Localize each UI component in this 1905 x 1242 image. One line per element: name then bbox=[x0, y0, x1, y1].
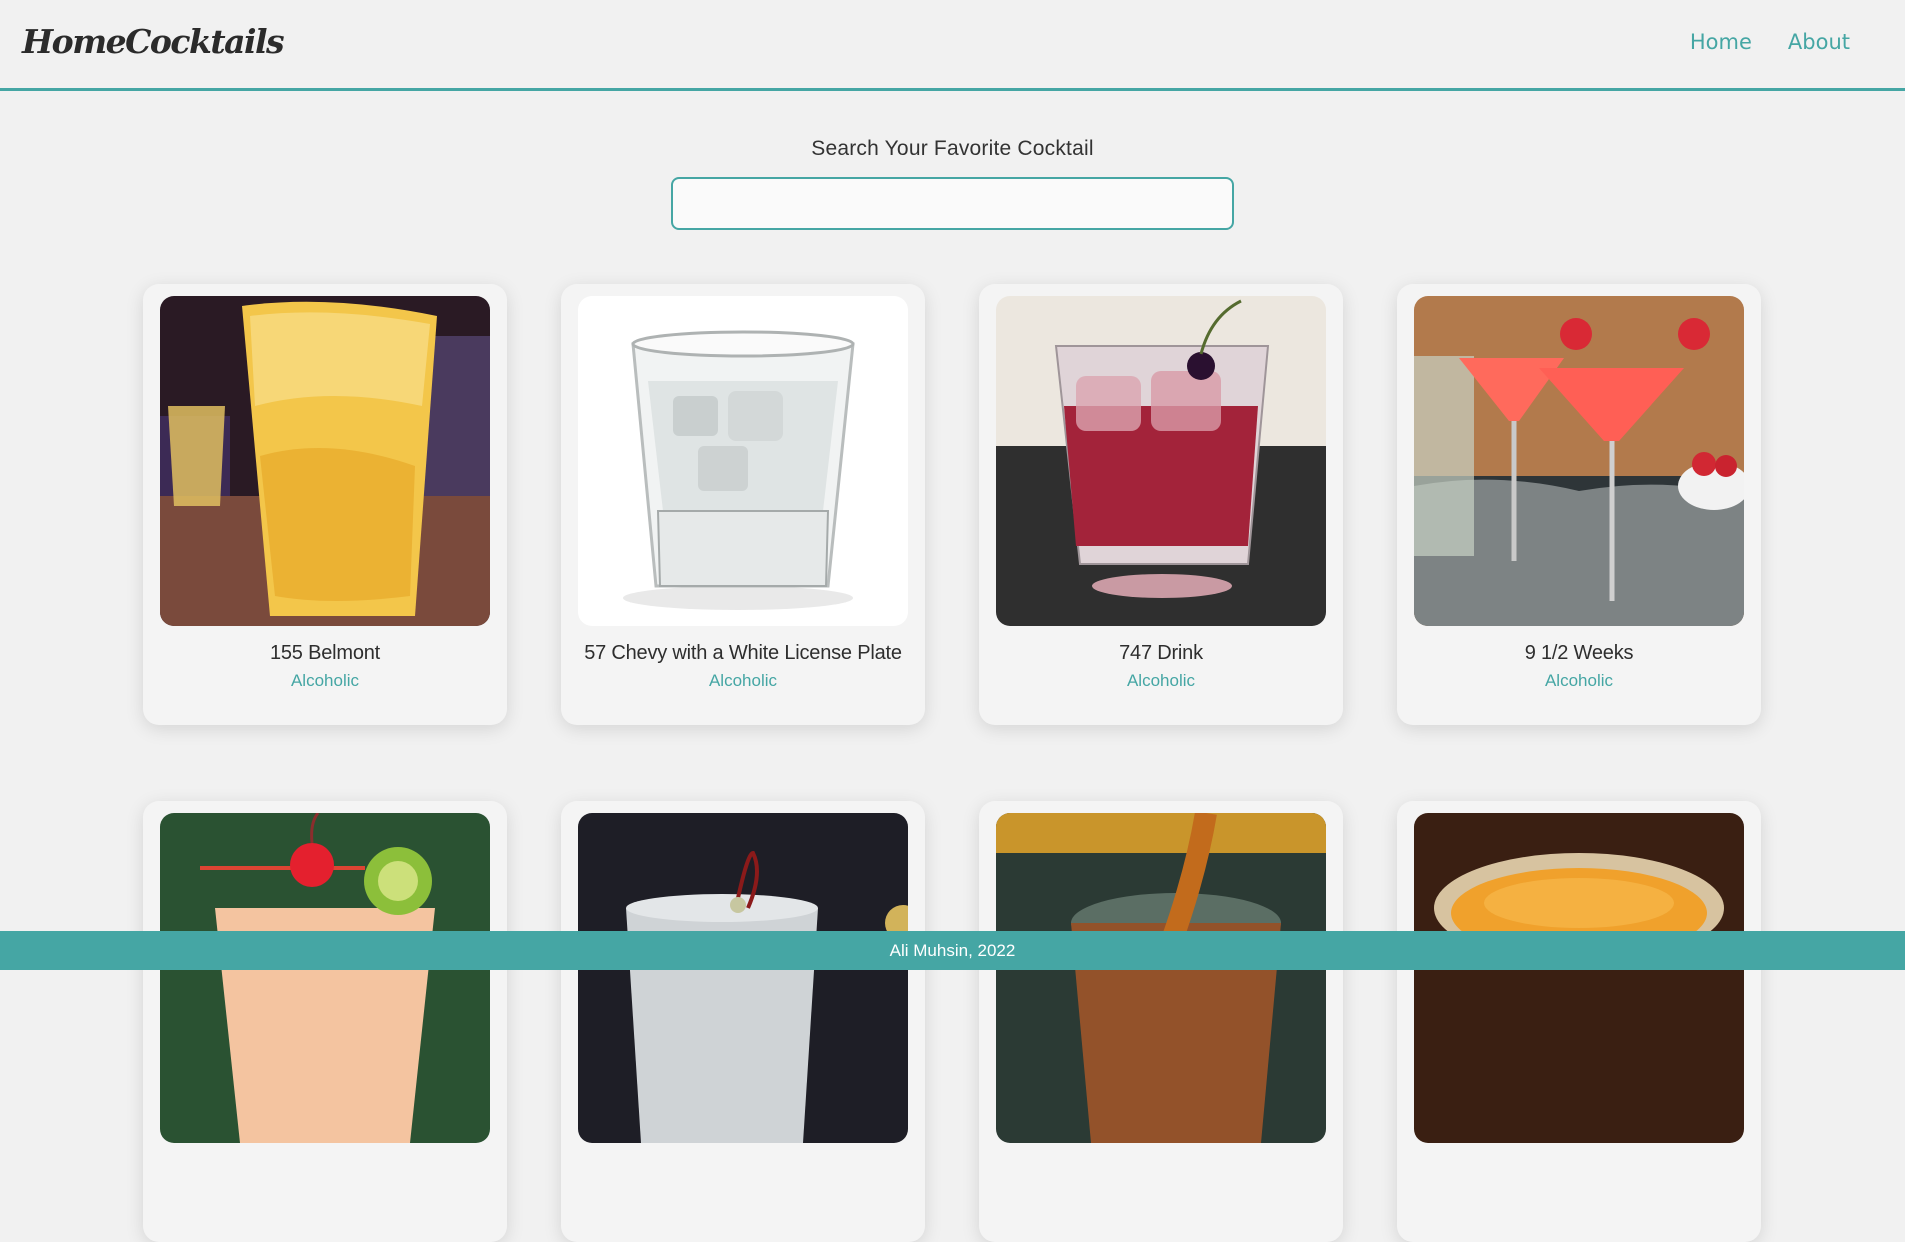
site-logo[interactable]: HomeCocktails bbox=[22, 22, 285, 61]
cocktail-type: Alcoholic bbox=[1544, 671, 1614, 690]
cocktail-card[interactable]: 155 Belmont Alcoholic bbox=[143, 284, 507, 725]
footer-text: Ali Muhsin, 2022 bbox=[889, 941, 1016, 960]
cocktail-image bbox=[1414, 813, 1744, 1143]
cocktail-grid: 155 Belmont Alcoholic 57 Chevy with a Wh… bbox=[143, 284, 1763, 1242]
cocktail-image bbox=[160, 813, 490, 1143]
cocktail-type: Alcoholic bbox=[1126, 671, 1196, 690]
search-input[interactable] bbox=[671, 177, 1234, 230]
footer: Ali Muhsin, 2022 bbox=[0, 931, 1905, 970]
cocktail-image bbox=[996, 813, 1326, 1143]
cocktail-card[interactable]: 9 1/2 Weeks Alcoholic bbox=[1397, 284, 1761, 725]
cocktail-name: 155 Belmont bbox=[269, 642, 381, 664]
cocktail-image bbox=[160, 296, 490, 626]
cocktail-card[interactable] bbox=[143, 801, 507, 1242]
nav-link-home[interactable]: Home bbox=[1690, 30, 1752, 54]
cocktail-image bbox=[1414, 296, 1744, 626]
cocktail-card[interactable] bbox=[1397, 801, 1761, 1242]
cocktail-image bbox=[578, 813, 908, 1143]
cocktail-name: 747 Drink bbox=[1119, 642, 1203, 664]
cocktail-image bbox=[578, 296, 908, 626]
nav-link-about[interactable]: About bbox=[1788, 30, 1850, 54]
cocktail-card[interactable] bbox=[979, 801, 1343, 1242]
cocktail-card[interactable]: 747 Drink Alcoholic bbox=[979, 284, 1343, 725]
cocktail-type: Alcoholic bbox=[708, 671, 778, 690]
cocktail-image bbox=[996, 296, 1326, 626]
cocktail-name: 9 1/2 Weeks bbox=[1524, 642, 1634, 664]
cocktail-type: Alcoholic bbox=[290, 671, 360, 690]
cocktail-card[interactable]: 57 Chevy with a White License Plate Alco… bbox=[561, 284, 925, 725]
search-label: Search Your Favorite Cocktail bbox=[811, 137, 1094, 160]
search-section: Search Your Favorite Cocktail bbox=[0, 137, 1905, 230]
nav-links: Home About bbox=[1690, 30, 1850, 54]
cocktail-name: 57 Chevy with a White License Plate bbox=[584, 642, 902, 664]
navbar: HomeCocktails Home About bbox=[0, 0, 1905, 91]
cocktail-card[interactable] bbox=[561, 801, 925, 1242]
